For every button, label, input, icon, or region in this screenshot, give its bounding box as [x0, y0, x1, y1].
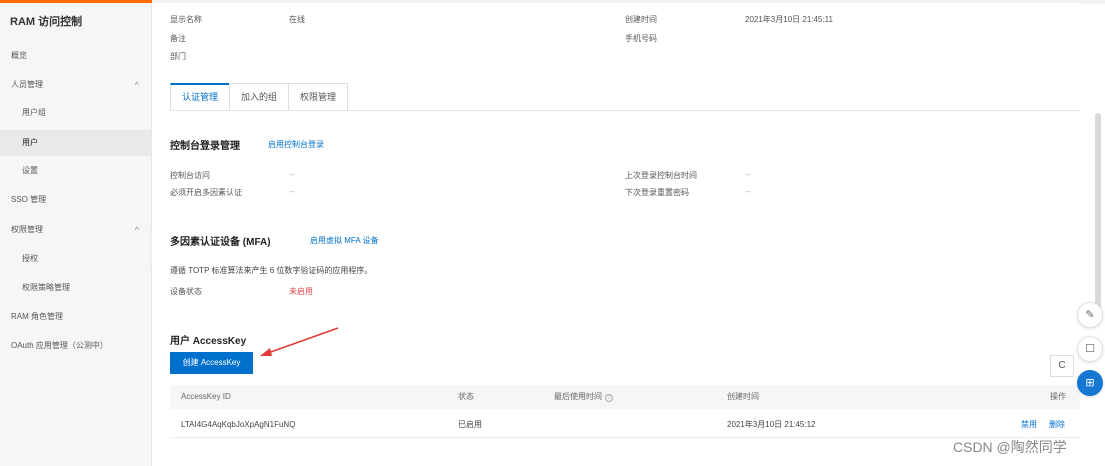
disable-link[interactable]: 禁用 — [1021, 412, 1037, 438]
sidebar-item-people[interactable]: 人员管理 ^ — [0, 72, 151, 98]
sidebar-item-sso[interactable]: SSO 管理 — [0, 187, 151, 213]
sidebar-item-label: 用户组 — [22, 108, 46, 117]
console-access-value: -- — [289, 170, 295, 179]
chevron-up-icon: ^ — [134, 225, 139, 235]
refresh-icon: C — [1058, 360, 1066, 371]
sidebar-item-label: 权限管理 — [11, 225, 43, 234]
refresh-button[interactable]: C — [1050, 355, 1074, 377]
reset-password-value: -- — [745, 187, 751, 196]
last-login-value: -- — [745, 170, 751, 179]
apps-float-button[interactable]: ⊞ — [1077, 370, 1103, 396]
console-access-label: 控制台访问 — [170, 171, 210, 180]
display-name-value: 在线 — [289, 15, 305, 24]
red-arrow-annotation — [260, 327, 339, 356]
sidebar: RAM 访问控制 概览 人员管理 ^ 用户组 用户 设置 SSO 管理 权限管理 ^… — [0, 3, 152, 466]
status-cell: 已启用 — [458, 420, 482, 429]
edit-icon: ✎ — [1085, 309, 1095, 321]
mfa-title: 多因素认证设备 (MFA) — [170, 237, 271, 248]
column-header-last-used-label: 最后使用时间 — [554, 392, 602, 401]
device-status-value: 未启用 — [289, 287, 313, 296]
enable-console-login-link[interactable]: 启用控制台登录 — [268, 139, 324, 150]
tab-joined-groups[interactable]: 加入的组 — [229, 83, 290, 111]
sidebar-item-policies[interactable]: 权限策略管理 — [0, 275, 151, 301]
message-icon: ☐ — [1085, 343, 1095, 355]
sidebar-item-label: SSO 管理 — [11, 195, 47, 204]
column-header-last-used: 最后使用时间? — [554, 385, 613, 409]
create-accesskey-button[interactable]: 创建 AccessKey — [170, 352, 253, 374]
sidebar-item-label: 授权 — [22, 254, 38, 263]
sidebar-item-grants[interactable]: 授权 — [0, 246, 151, 272]
display-name-label: 显示名称 — [170, 15, 202, 24]
column-header-created: 创建时间 — [727, 392, 759, 401]
reset-password-label: 下次登录重置密码 — [625, 188, 689, 197]
accesskey-title: 用户 AccessKey — [170, 336, 247, 347]
mfa-required-label: 必须开启多因素认证 — [170, 188, 242, 197]
sidebar-item-overview[interactable]: 概览 — [0, 43, 151, 69]
phone-label: 手机号码 — [625, 34, 657, 43]
scrollbar-thumb[interactable] — [1095, 113, 1101, 313]
last-login-label: 上次登录控制台时间 — [625, 171, 697, 180]
created-time-label: 创建时间 — [625, 15, 657, 24]
mfa-description: 遵循 TOTP 标准算法来产生 6 位数字验证码的应用程序。 — [170, 266, 373, 275]
tab-permissions[interactable]: 权限管理 — [288, 83, 349, 111]
message-float-button[interactable]: ☐ — [1077, 336, 1103, 362]
sidebar-item-users[interactable]: 用户 — [0, 130, 151, 156]
mfa-required-value: -- — [289, 187, 295, 196]
watermark: CSDN @陶然同学 — [953, 439, 1067, 455]
tab-bar: 认证管理 加入的组 权限管理 — [170, 83, 349, 111]
vertical-scrollbar[interactable] — [1095, 3, 1101, 466]
sidebar-title: RAM 访问控制 — [10, 16, 83, 28]
apps-icon: ⊞ — [1085, 377, 1095, 389]
chevron-up-icon: ^ — [134, 80, 139, 90]
tabs-divider — [170, 110, 1080, 111]
sidebar-item-permissions[interactable]: 权限管理 ^ — [0, 217, 151, 243]
remark-label: 备注 — [170, 34, 186, 43]
created-time-value: 2021年3月10日 21:45:11 — [745, 15, 833, 24]
delete-link[interactable]: 删除 — [1049, 412, 1065, 438]
enable-virtual-mfa-link[interactable]: 启用虚拟 MFA 设备 — [310, 235, 378, 246]
sidebar-item-groups[interactable]: 用户组 — [0, 100, 151, 126]
console-login-title: 控制台登录管理 — [170, 141, 240, 152]
table-row: LTAI4G4AqKqbJoXpAgN1FuNQ 已启用 2021年3月10日 … — [170, 412, 1080, 438]
sidebar-item-label: 用户 — [22, 138, 38, 147]
sidebar-item-label: OAuth 应用管理（公测中） — [11, 341, 108, 350]
sidebar-item-label: 人员管理 — [11, 80, 43, 89]
sidebar-item-label: 概览 — [11, 51, 27, 60]
sidebar-item-ram-roles[interactable]: RAM 角色管理 — [0, 304, 151, 330]
column-header-status: 状态 — [458, 392, 474, 401]
created-cell: 2021年3月10日 21:45:12 — [727, 420, 816, 429]
sidebar-item-oauth[interactable]: OAuth 应用管理（公测中） — [0, 333, 151, 359]
department-label: 部门 — [170, 52, 186, 61]
column-header-accesskey-id: AccessKey ID — [181, 392, 231, 401]
sidebar-item-label: 权限策略管理 — [22, 283, 70, 292]
sidebar-item-settings[interactable]: 设置 — [0, 158, 151, 184]
accesskey-table-header: AccessKey ID 状态 最后使用时间? 创建时间 操作 — [170, 385, 1080, 409]
edit-float-button[interactable]: ✎ — [1077, 302, 1103, 328]
help-icon[interactable]: ? — [605, 394, 613, 402]
accesskey-id-cell: LTAI4G4AqKqbJoXpAgN1FuNQ — [181, 420, 296, 429]
sidebar-item-label: RAM 角色管理 — [11, 312, 63, 321]
column-header-actions: 操作 — [1050, 392, 1066, 401]
sidebar-item-label: 设置 — [22, 166, 38, 175]
device-status-label: 设备状态 — [170, 287, 202, 296]
tab-auth-management[interactable]: 认证管理 — [170, 83, 231, 111]
